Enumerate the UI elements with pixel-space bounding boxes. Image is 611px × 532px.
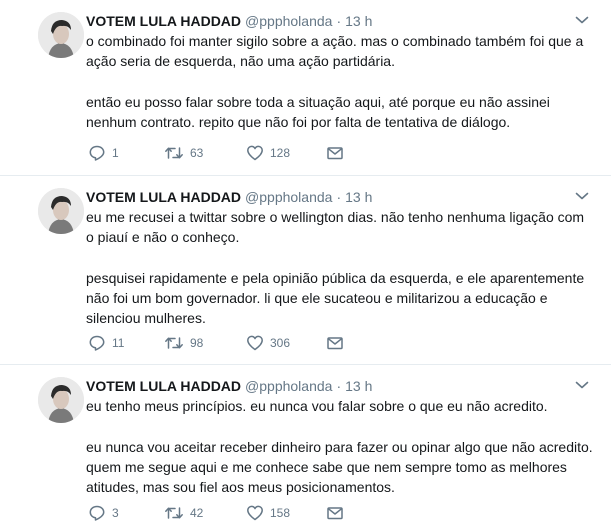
avatar-image: [38, 377, 84, 423]
tweet-line: o combinado foi manter sigilo sobre a aç…: [86, 33, 584, 49]
reply-button[interactable]: 1: [88, 143, 119, 163]
tweet-line-break: [86, 72, 591, 92]
tweet-line: eu me recusei a twittar sobre o wellingt…: [86, 209, 585, 225]
heart-icon: [247, 335, 263, 351]
tweet-text: o combinado foi manter sigilo sobre a aç…: [86, 31, 591, 132]
tweet-line: quem me segue aqui e me conhece sabe que…: [86, 458, 567, 475]
like-count: 158: [270, 506, 291, 520]
separator: ·: [336, 378, 342, 394]
timestamp[interactable]: 13 h: [345, 13, 372, 29]
envelope-icon: [327, 337, 343, 350]
author-handle[interactable]: @pppholanda: [245, 189, 332, 205]
chevron-down-icon[interactable]: [575, 380, 589, 390]
tweet-text: eu me recusei a twittar sobre o wellingt…: [86, 207, 591, 329]
like-button[interactable]: 128: [246, 143, 290, 163]
tweet-line: eu nunca vou aceitar receber dinheiro pa…: [86, 438, 593, 455]
retweet-button[interactable]: 63: [164, 143, 203, 163]
reply-icon: [89, 145, 105, 161]
author-handle[interactable]: @pppholanda: [245, 13, 332, 29]
tweet-line-break: [86, 416, 591, 436]
heart-icon: [247, 145, 263, 161]
tweet[interactable]: VOTEM LULA HADDAD @pppholanda · 13 h eu me …: [0, 176, 611, 365]
like-button[interactable]: 306: [246, 333, 290, 353]
retweet-icon: [165, 507, 183, 519]
avatar[interactable]: [38, 12, 84, 58]
tweet-line: nenhum contrato. repito que não foi por …: [86, 114, 511, 131]
reply-icon: [89, 505, 105, 521]
avatar-image: [38, 12, 84, 58]
avatar[interactable]: [38, 188, 84, 234]
reply-count: 11: [112, 336, 125, 350]
chevron-down-icon[interactable]: [575, 191, 589, 201]
retweet-count: 63: [190, 146, 204, 160]
timestamp[interactable]: 13 h: [345, 189, 372, 205]
separator: ·: [336, 189, 342, 205]
retweet-icon: [165, 147, 183, 159]
tweet-line: o piauí e não o conheço.: [86, 229, 240, 246]
tweet-header: VOTEM LULA HADDAD @pppholanda · 13 h: [86, 376, 372, 396]
author-name[interactable]: VOTEM LULA HADDAD: [86, 378, 241, 394]
tweet[interactable]: VOTEM LULA HADDAD @pppholanda · 13 h o comb…: [0, 0, 611, 176]
avatar[interactable]: [38, 377, 84, 423]
tweet-line: atitudes, mas sou fiel aos meus posicion…: [86, 479, 395, 496]
tweet-line: não foi um bom governador. li que ele su…: [86, 290, 548, 307]
like-count: 128: [270, 146, 291, 160]
reply-icon: [89, 335, 105, 351]
envelope-icon: [327, 147, 343, 160]
reply-count: 1: [112, 146, 119, 160]
like-count: 306: [270, 336, 291, 350]
retweet-count: 98: [190, 336, 204, 350]
tweet-actions: 11 98 306: [86, 333, 406, 353]
like-button[interactable]: 158: [246, 503, 290, 523]
reply-button[interactable]: 11: [88, 333, 124, 353]
author-name[interactable]: VOTEM LULA HADDAD: [86, 189, 241, 205]
reply-button[interactable]: 3: [88, 503, 119, 523]
author-handle[interactable]: @pppholanda: [245, 378, 332, 394]
direct-message-button[interactable]: [326, 333, 344, 353]
tweet[interactable]: VOTEM LULA HADDAD @pppholanda · 13 h eu ten…: [0, 365, 611, 532]
direct-message-button[interactable]: [326, 143, 344, 163]
retweet-count: 42: [190, 506, 204, 520]
envelope-icon: [327, 507, 343, 520]
tweet-header: VOTEM LULA HADDAD @pppholanda · 13 h: [86, 187, 372, 207]
direct-message-button[interactable]: [326, 503, 344, 523]
tweet-text: eu tenho meus princípios. eu nunca vou f…: [86, 396, 593, 497]
tweet-actions: 1 63 128: [86, 143, 406, 163]
retweet-button[interactable]: 42: [164, 503, 203, 523]
retweet-button[interactable]: 98: [164, 333, 203, 353]
retweet-icon: [165, 337, 183, 349]
tweet-line: ação seria de esquerda, não uma ação par…: [86, 53, 395, 70]
heart-icon: [247, 505, 263, 521]
tweet-line: pesquisei rapidamente e pela opinião púb…: [86, 269, 585, 286]
tweet-line: silenciou mulheres.: [86, 310, 206, 327]
tweet-header: VOTEM LULA HADDAD @pppholanda · 13 h: [86, 11, 372, 31]
tweet-actions: 3 42 158: [86, 503, 406, 523]
tweet-line: então eu posso falar sobre toda a situaç…: [86, 93, 550, 110]
author-name[interactable]: VOTEM LULA HADDAD: [86, 13, 241, 29]
chevron-down-icon[interactable]: [575, 15, 589, 25]
separator: ·: [336, 13, 342, 29]
tweet-line: eu tenho meus princípios. eu nunca vou f…: [86, 398, 548, 414]
tweet-line-break: [86, 248, 591, 268]
reply-count: 3: [112, 506, 119, 520]
avatar-image: [38, 188, 84, 234]
timestamp[interactable]: 13 h: [345, 378, 372, 394]
